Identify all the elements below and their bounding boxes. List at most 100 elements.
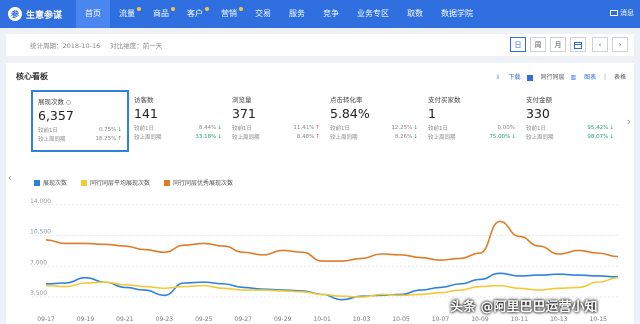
nav-item-label: 取数 [407, 9, 423, 18]
legend-swatch [164, 179, 171, 186]
nav-item-6[interactable]: 服务 [280, 0, 314, 28]
trend-arrow-icon: ↑ [315, 134, 320, 140]
nav-item-label: 客户 [187, 9, 203, 18]
scroll-right-button[interactable]: › [627, 115, 631, 128]
next-date-button[interactable]: › [612, 37, 628, 52]
messages-label: 消息 [620, 9, 634, 17]
nav-item-5[interactable]: 交易 [246, 0, 280, 28]
checkbox-icon [526, 74, 533, 81]
download-label: 下载 [508, 74, 521, 81]
nav-item-9[interactable]: 取数 [398, 0, 432, 28]
x-tick-label: 10-03 [353, 316, 371, 323]
metric-value: 371 [232, 106, 256, 121]
metric-label: 支付买家数 [428, 96, 461, 104]
compare-last-week: 较上周同期 98.07% ↓ [526, 134, 614, 141]
metric-card[interactable]: 支付买家数 1 较前1日 0.00% 较上周同期 75.00% ↓ [423, 90, 521, 152]
y-tick-label: 7,000 [30, 259, 47, 266]
trend-arrow-icon: ↓ [413, 134, 418, 140]
x-tick-label: 09-21 [116, 316, 134, 323]
x-tick-label: 09-19 [77, 316, 95, 323]
compare-last-week: 较上周同期 8.48% ↑ [232, 134, 320, 141]
compare-prev-day: 较前1日 0.00% [428, 125, 515, 132]
new-dot-icon [205, 7, 209, 11]
nav-items: 首页 流量 商品 客户 营销 交易 服务 竞争 业务专区 取数 数据学院 [76, 0, 482, 28]
mail-icon [610, 10, 618, 16]
nav-item-label: 竞争 [323, 9, 339, 18]
period-week-button[interactable]: 周 [530, 37, 546, 52]
period-month-button[interactable]: 月 [550, 37, 566, 52]
metric-value: 6,357 [38, 108, 74, 123]
x-tick-label: 09-23 [156, 316, 174, 323]
nav-item-label: 数据学院 [441, 9, 473, 18]
nav-item-0[interactable]: 首页 [76, 0, 110, 28]
brand-logo-icon: 参 [8, 7, 22, 21]
download-link[interactable]: ⇩ 下载 [496, 72, 521, 81]
new-dot-icon [239, 7, 243, 11]
nav-item-7[interactable]: 竞争 [314, 0, 348, 28]
nav-item-8[interactable]: 业务专区 [348, 0, 398, 28]
nav-item-label: 营销 [221, 9, 237, 18]
scroll-left-button[interactable]: ‹ [8, 173, 12, 184]
nav-item-3[interactable]: 客户 [178, 0, 212, 28]
metric-label: 浏览量 [232, 96, 252, 104]
metric-card[interactable]: 访客数 141 较前1日 8.44% ↓ 较上周同期 33.18% ↓ [129, 90, 227, 152]
legend-item[interactable]: 同行同层优秀展现次数 [164, 178, 233, 187]
period-day-button[interactable]: 日 [510, 37, 526, 52]
trend-arrow-icon: ↓ [413, 125, 418, 131]
nav-item-10[interactable]: 数据学院 [432, 0, 482, 28]
legend-item[interactable]: 同行同层平均展现次数 [81, 178, 150, 187]
metric-card[interactable]: 浏览量 371 较前1日 11.41% ↑ 较上周同期 8.48% ↑ [227, 90, 325, 152]
new-dot-icon [171, 7, 175, 11]
x-tick-label: 10-01 [313, 316, 331, 323]
brand-name: 生意参谋 [26, 10, 63, 21]
prev-date-button[interactable]: ‹ [592, 37, 608, 52]
series-line [45, 220, 619, 262]
x-tick-label: 10-07 [432, 316, 450, 323]
compare-last-week: 较上周同期 33.18% ↓ [134, 134, 222, 141]
legend-swatch [81, 179, 88, 186]
table-view-label: 表格 [613, 74, 626, 81]
period-buttons: 日 周 月 ‹ › [506, 37, 628, 52]
chart-view-link[interactable]: ▥ 图表 | 表格 [571, 72, 626, 81]
metric-card[interactable]: 展现次数 6,357 较前1日 0.75% ↓ 较上周同期 18.25% ↑ [31, 90, 129, 152]
trend-arrow-icon: ↓ [609, 125, 614, 131]
x-tick-label: 09-29 [274, 316, 292, 323]
x-tick-label: 09-17 [37, 316, 55, 323]
compare-prev-day: 较前1日 11.41% ↑ [232, 125, 320, 132]
x-tick-label: 10-13 [550, 316, 568, 323]
watermark-text: 头条 @阿里巴巴运营小知 [450, 300, 598, 315]
metric-value: 5.84% [330, 106, 370, 121]
calendar-button[interactable] [570, 37, 586, 52]
legend-item[interactable]: 展现次数 [34, 178, 67, 187]
nav-item-4[interactable]: 营销 [212, 0, 246, 28]
metric-card[interactable]: 点击转化率 5.84% 较前1日 12.25% ↓ 较上周同期 8.26% ↓ [325, 90, 423, 152]
x-tick-label: 09-27 [235, 316, 253, 323]
legend-swatch [34, 179, 40, 186]
brand[interactable]: 参 生意参谋 [0, 7, 76, 21]
messages-link[interactable]: 消息 [610, 8, 634, 18]
metric-label: 展现次数 [38, 96, 122, 106]
panel-title: 核心看板 [16, 72, 48, 81]
trend-arrow-icon: ↓ [217, 125, 222, 131]
compare-last-week: 较上周同期 18.25% ↑ [38, 136, 122, 143]
nav-item-1[interactable]: 流量 [110, 0, 144, 28]
y-tick-label: 10,500 [30, 229, 51, 236]
peer-checkbox[interactable]: 同行同层 [526, 72, 565, 81]
x-tick-label: 10-11 [511, 316, 529, 323]
nav-item-2[interactable]: 商品 [144, 0, 178, 28]
metric-label: 支付金额 [526, 96, 552, 104]
legend-label: 同行同层平均展现次数 [90, 180, 151, 187]
x-tick-label: 09-25 [195, 316, 213, 323]
nav-item-label: 流量 [119, 9, 135, 18]
top-nav-bar: 参 生意参谋 首页 流量 商品 客户 营销 交易 服务 竞争 业务专区 取数 数据学院 消息 [0, 0, 640, 28]
legend-label: 展现次数 [43, 180, 68, 187]
trend-arrow-icon: ↓ [217, 134, 222, 140]
chevron-right-icon: › [618, 40, 622, 49]
compare-prev-day: 较前1日 12.25% ↓ [330, 125, 418, 132]
compare-prev-day: 较前1日 0.75% ↓ [38, 127, 122, 134]
y-tick-label: 14,000 [30, 198, 51, 205]
nav-item-label: 服务 [289, 9, 305, 18]
compare-dimension: 对比维度：前一天 [110, 42, 163, 50]
peer-checkbox-label: 同行同层 [540, 74, 565, 81]
metric-card[interactable]: 支付金额 330 较前1日 95.42% ↓ 较上周同期 98.07% ↓ [521, 90, 619, 152]
